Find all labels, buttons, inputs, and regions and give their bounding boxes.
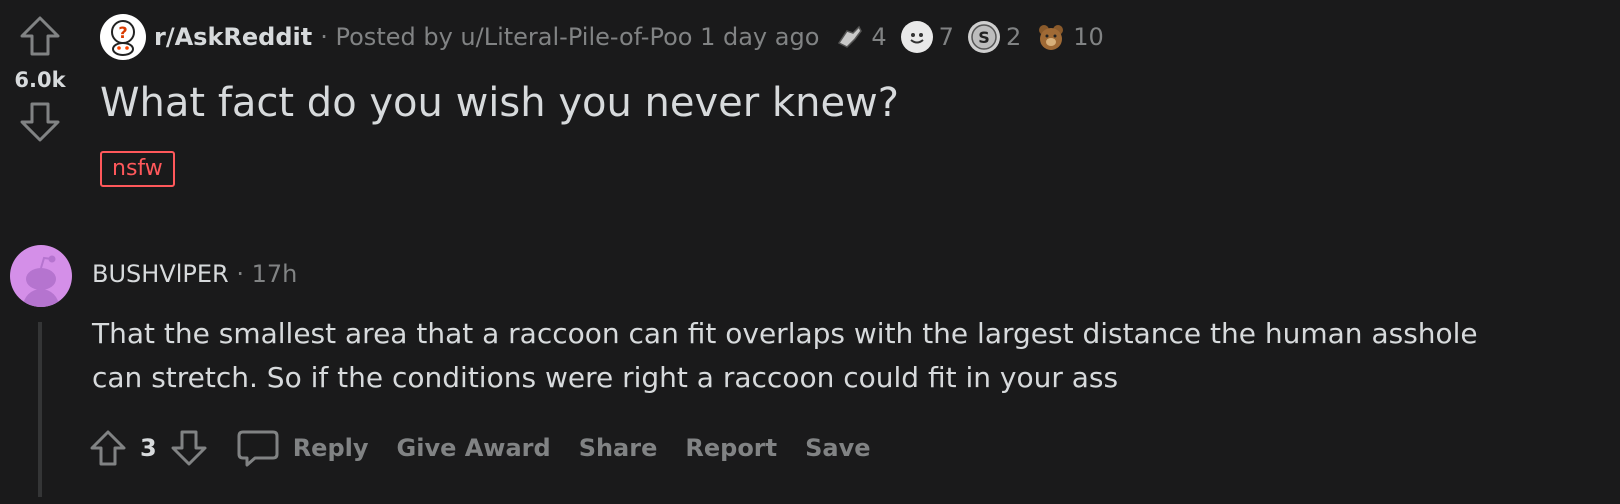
silver-award-icon: S <box>967 21 1000 53</box>
award-item[interactable]: S 2 <box>967 21 1022 53</box>
award-count: 7 <box>938 23 954 51</box>
post-meta: · Posted by u/Literal-Pile-of-Poo 1 day … <box>320 23 820 51</box>
subreddit-link[interactable]: r/AskReddit <box>154 23 312 51</box>
bear-award-icon <box>1035 21 1067 53</box>
nsfw-flair: nsfw <box>100 151 175 187</box>
post-score: 6.0k <box>14 68 66 92</box>
award-count: 2 <box>1005 23 1022 51</box>
snoo-avatar-icon <box>23 255 59 307</box>
award-count: 10 <box>1073 23 1104 51</box>
reply-label: Reply <box>292 434 369 462</box>
comment-upvote-icon[interactable] <box>88 428 128 468</box>
award-item[interactable]: 10 <box>1035 21 1104 53</box>
give-award-button[interactable]: Give Award <box>397 434 551 462</box>
comment-actions: 3 Reply Give Award Share Report Save <box>88 428 899 468</box>
upvote-icon[interactable] <box>18 14 62 58</box>
reply-button[interactable]: Reply <box>237 428 369 468</box>
report-button[interactable]: Report <box>685 434 777 462</box>
share-button[interactable]: Share <box>579 434 658 462</box>
award-item[interactable]: 7 <box>900 21 954 53</box>
thread-line[interactable] <box>38 322 42 497</box>
askreddit-icon[interactable]: ? <box>100 14 146 60</box>
comment-bubble-icon <box>237 428 279 468</box>
save-button[interactable]: Save <box>805 434 870 462</box>
avatar[interactable] <box>10 245 72 307</box>
wholesome-award-icon <box>900 21 933 53</box>
svg-text:?: ? <box>118 23 127 42</box>
comment-body: That the smallest area that a raccoon ca… <box>92 317 1478 394</box>
comment-author[interactable]: BUSHVlPER <box>92 260 229 288</box>
comment-header: BUSHVlPER · 17h <box>92 260 297 288</box>
comment-timestamp: · 17h <box>236 260 298 288</box>
post-vote-column: 6.0k <box>10 14 70 144</box>
svg-text:S: S <box>978 28 990 47</box>
helpful-award-icon <box>833 21 865 53</box>
downvote-icon[interactable] <box>18 100 62 144</box>
comment-downvote-icon[interactable] <box>169 428 209 468</box>
comment-score: 3 <box>140 434 157 462</box>
award-count: 4 <box>871 23 887 51</box>
post-header: ? r/AskReddit · Posted by u/Literal-Pile… <box>100 14 1104 60</box>
post-title[interactable]: What fact do you wish you never knew? <box>100 80 899 126</box>
award-item[interactable]: 4 <box>833 21 887 53</box>
